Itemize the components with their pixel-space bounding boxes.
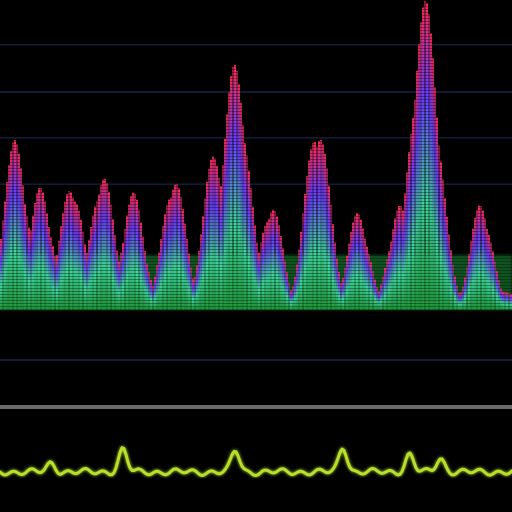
spectrum-display [0, 0, 512, 311]
separator-bar [0, 405, 512, 409]
abstract-spectrum-visualization [0, 0, 512, 512]
scanline-overlay [0, 0, 512, 310]
